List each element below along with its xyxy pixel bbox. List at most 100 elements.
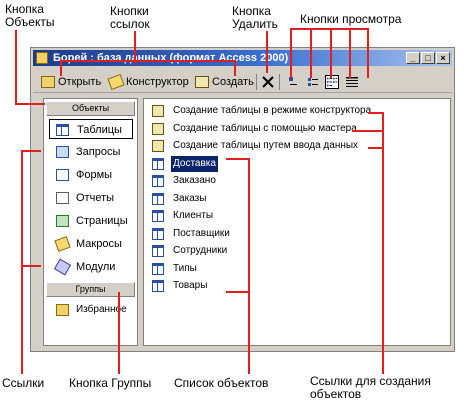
table-icon <box>152 280 164 292</box>
list-item-label: Создание таблицы путем ввода данных <box>173 140 359 151</box>
pointer-links-vertical <box>21 150 23 374</box>
list-item-label: Заказы <box>173 192 207 204</box>
maximize-button[interactable]: □ <box>421 52 435 64</box>
database-window: Борей : база данных (формат Access 2000)… <box>30 47 455 352</box>
pointer-groups-vertical <box>118 292 120 374</box>
callout-groups-button-text: Кнопка Группы <box>69 376 152 390</box>
create-icon <box>195 76 209 88</box>
sidebar-item-label: Отчеты <box>76 192 115 204</box>
table-icon <box>152 262 164 275</box>
design-label: Конструктор <box>126 76 189 88</box>
object-list: Создание таблицы в режиме конструктора Со… <box>143 98 451 346</box>
create-label: Создать <box>212 76 254 88</box>
objects-bar: Объекты Таблицы Запросы Формы Отчеты Стр… <box>43 98 138 346</box>
pointer-view-2 <box>310 28 312 78</box>
create-button[interactable]: Создать <box>195 74 254 90</box>
sidebar-item-favorites[interactable]: Избранное <box>54 300 134 320</box>
list-item-label: Клиенты <box>173 210 214 221</box>
callout-link-buttons-text: Кнопки ссылок <box>110 4 150 31</box>
table-icon <box>152 227 164 240</box>
wizard-icon <box>152 105 164 117</box>
query-icon <box>56 146 69 158</box>
pointer-create-1 <box>368 112 384 114</box>
list-item-label: Поставщики <box>173 227 230 239</box>
sidebar-item-label: Страницы <box>76 215 128 227</box>
wizard-icon <box>152 122 164 135</box>
callout-delete-button: Кнопка Удалить <box>232 5 278 31</box>
toolbar-separator <box>279 74 280 90</box>
open-button[interactable]: Открыть <box>41 74 101 90</box>
open-label: Открыть <box>58 76 102 88</box>
list-item-label: Доставка <box>170 154 219 173</box>
pointer-list-vertical <box>248 158 250 374</box>
objects-header-button[interactable]: Объекты <box>46 101 135 116</box>
table-icon <box>152 192 164 205</box>
folder-icon <box>56 304 69 316</box>
close-button[interactable]: × <box>436 52 450 64</box>
delete-icon[interactable] <box>261 75 275 89</box>
toolbar-separator <box>256 74 257 90</box>
sidebar-item-queries[interactable]: Запросы <box>54 142 134 162</box>
toolbar: Открыть Конструктор Создать <box>33 70 452 93</box>
sidebar-item-macros[interactable]: Макросы <box>54 234 134 254</box>
pointer-links-top <box>21 150 41 152</box>
list-item-label: Типы <box>173 262 197 274</box>
sidebar-item-tables[interactable]: Таблицы <box>49 119 133 139</box>
minimize-button[interactable]: _ <box>406 52 420 64</box>
list-item-label: Создание таблицы в режиме конструктора <box>173 105 372 116</box>
list-item-label: Создание таблицы с помощью мастера <box>173 122 357 134</box>
details-view-icon[interactable] <box>345 75 359 89</box>
sidebar-item-label: Формы <box>76 169 113 181</box>
callout-link-buttons: Кнопки ссылок <box>110 5 150 31</box>
pointer-view-4 <box>349 28 351 78</box>
page-icon <box>56 215 69 227</box>
sidebar-item-modules[interactable]: Модули <box>53 257 134 277</box>
pointer-view-5 <box>367 28 369 78</box>
design-button[interactable]: Конструктор <box>107 73 189 91</box>
list-view-icon[interactable] <box>325 75 339 89</box>
pointer-create-vertical <box>382 112 384 374</box>
pointer-objects-horizontal <box>15 103 45 105</box>
table-icon <box>152 245 164 257</box>
window-titlebar: Борей : база данных (формат Access 2000)… <box>33 50 452 66</box>
report-icon <box>56 192 69 204</box>
database-icon <box>36 52 48 64</box>
callout-create-links-text: Ссылки для создания объектов <box>310 374 431 401</box>
sidebar-item-pages[interactable]: Страницы <box>54 211 134 231</box>
wizard-icon <box>152 140 164 152</box>
table-icon <box>152 175 164 187</box>
pointer-linkbtn-left <box>60 60 62 76</box>
pointer-view-3 <box>330 28 332 78</box>
callout-groups-button: Кнопка Группы <box>69 377 151 390</box>
form-icon <box>56 169 69 181</box>
table-icon <box>152 210 164 222</box>
pointer-create-2 <box>352 130 384 132</box>
pointer-list-bottom <box>226 291 250 293</box>
pointer-linkbtn-horizontal <box>60 60 236 62</box>
callout-objects-button: Кнопка Объекты <box>5 3 55 29</box>
pointer-objects-vertical <box>15 30 17 104</box>
sidebar-item-label: Запросы <box>76 146 121 158</box>
open-icon <box>41 76 55 88</box>
design-icon <box>107 73 125 91</box>
sidebar-item-label: Таблицы <box>77 124 122 136</box>
pointer-create-3 <box>368 147 384 149</box>
table-icon <box>56 124 69 136</box>
pointer-links-bottom <box>21 265 41 267</box>
module-icon <box>53 258 72 276</box>
callout-create-links: Ссылки для создания объектов <box>310 375 431 401</box>
macro-icon <box>54 236 71 252</box>
callout-object-list-text: Список объектов <box>174 376 269 390</box>
list-item-label: Сотрудники <box>173 245 228 256</box>
callout-links-text: Ссылки <box>2 376 45 390</box>
pointer-delete-vertical <box>266 31 268 73</box>
pointer-list-top <box>226 158 250 160</box>
groups-header-button[interactable]: Группы <box>46 282 135 297</box>
sidebar-item-label: Модули <box>76 261 116 273</box>
list-item-label: Заказано <box>173 175 216 186</box>
sidebar-item-reports[interactable]: Отчеты <box>54 188 134 208</box>
callout-object-list: Список объектов <box>174 377 268 390</box>
sidebar-item-forms[interactable]: Формы <box>54 165 134 185</box>
callout-links: Ссылки <box>2 377 44 390</box>
callout-delete-button-text: Кнопка Удалить <box>232 4 278 31</box>
